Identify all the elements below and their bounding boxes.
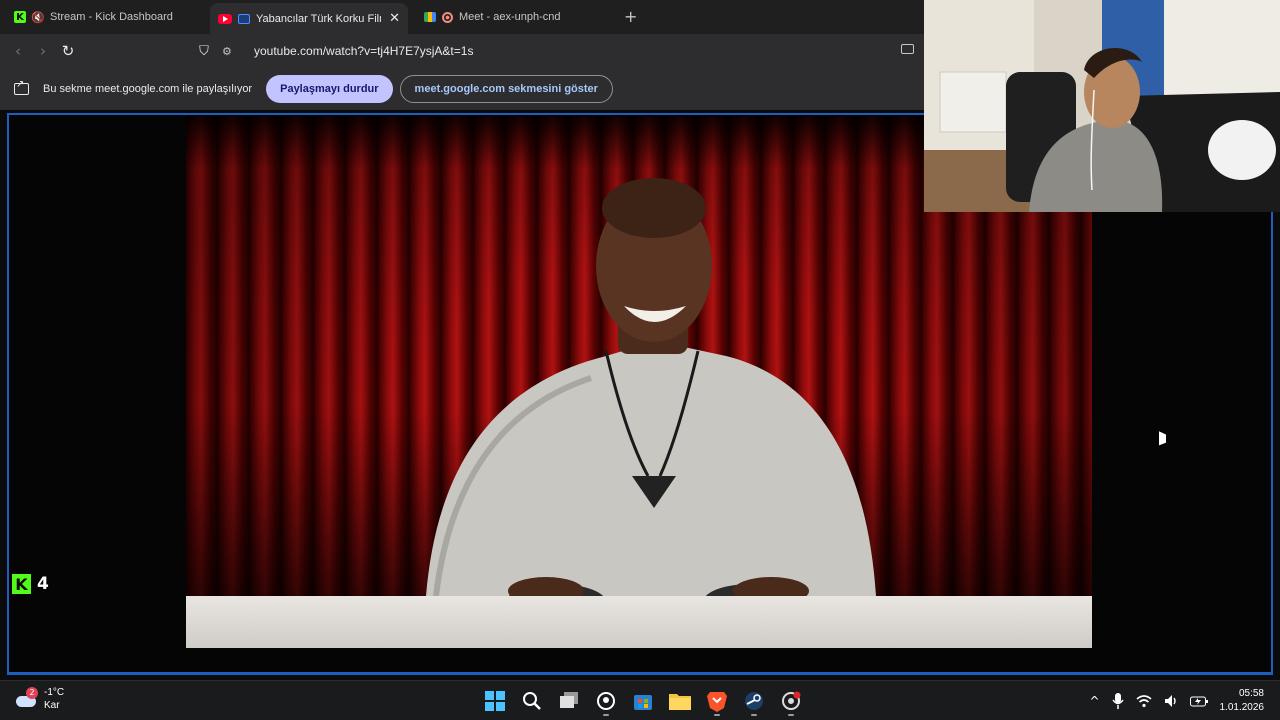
back-button[interactable]: ‹ bbox=[8, 41, 28, 61]
webcam-overlay bbox=[924, 0, 1280, 212]
wifi-icon[interactable] bbox=[1135, 694, 1152, 708]
muted-speaker-icon[interactable]: 🔇 bbox=[31, 11, 45, 24]
tab-title: Yabancılar Türk Korku Filmleri bbox=[256, 12, 381, 25]
cast-icon[interactable] bbox=[901, 44, 914, 54]
notification-badge: 2 bbox=[26, 687, 38, 699]
snow-cloud-icon: 2 bbox=[14, 687, 38, 709]
webcam-feed bbox=[924, 0, 1280, 212]
clock-date: 1.01.2026 bbox=[1219, 702, 1265, 713]
tab-title: Meet - aex-unph-cnd bbox=[459, 11, 561, 23]
tab-kick-dashboard[interactable]: K 🔇 Stream - Kick Dashboard bbox=[6, 4, 206, 30]
system-clock[interactable]: 05:58 1.01.2026 bbox=[1220, 687, 1265, 715]
weather-condition: Kar bbox=[44, 700, 60, 711]
google-meet-icon bbox=[424, 12, 436, 22]
tab-sharing-infobar: Bu sekme meet.google.com ile paylaşılıyo… bbox=[0, 68, 924, 110]
reload-button[interactable]: ↻ bbox=[58, 41, 78, 61]
tab-title: Stream - Kick Dashboard bbox=[50, 11, 173, 23]
kick-logo-icon: K bbox=[12, 574, 31, 594]
task-view-icon[interactable] bbox=[554, 686, 584, 716]
battery-charging-icon[interactable] bbox=[1189, 695, 1208, 707]
sharing-message: Bu sekme meet.google.com ile paylaşılıyo… bbox=[43, 83, 253, 95]
forward-button[interactable]: › bbox=[33, 41, 53, 61]
show-meet-tab-button[interactable]: meet.google.com sekmesini göster bbox=[399, 75, 613, 103]
site-info-icon[interactable]: ⚙ bbox=[222, 45, 240, 58]
table-surface bbox=[186, 596, 1092, 648]
tab-google-meet[interactable]: Meet - aex-unph-cnd bbox=[416, 4, 616, 30]
weather-widget[interactable]: 2 -1°C Kar bbox=[14, 686, 64, 712]
tab-casting-icon bbox=[238, 13, 250, 24]
taskbar-apps bbox=[480, 686, 806, 716]
kick-logo-icon: K bbox=[14, 11, 26, 23]
browser-toolbar: ‹ › ↻ ⛉ ⚙ youtube.com/watch?v=tj4H7E7ysj… bbox=[0, 34, 924, 68]
copilot-icon[interactable] bbox=[591, 686, 621, 716]
microphone-icon[interactable] bbox=[1111, 693, 1124, 709]
system-tray: ^ 05:58 1.01.2026 bbox=[1089, 687, 1264, 715]
file-explorer-icon[interactable] bbox=[665, 686, 695, 716]
new-tab-button[interactable]: + bbox=[624, 7, 637, 26]
brave-browser-icon[interactable] bbox=[702, 686, 732, 716]
close-tab-icon[interactable]: ✕ bbox=[389, 11, 400, 26]
stop-sharing-button[interactable]: Paylaşmayı durdur bbox=[266, 75, 393, 103]
windows-taskbar: 2 -1°C Kar ^ 05:58 1.01.2026 bbox=[0, 680, 1280, 720]
browser-tab-strip: K 🔇 Stream - Kick Dashboard Yabancılar T… bbox=[0, 0, 924, 34]
chrome-icon[interactable] bbox=[776, 686, 806, 716]
weather-temperature: -1°C bbox=[44, 687, 65, 698]
screen-share-icon bbox=[14, 79, 29, 95]
clock-time: 05:58 bbox=[1238, 688, 1264, 699]
mouse-pointer-icon bbox=[1159, 431, 1166, 449]
address-bar[interactable]: ⚙ youtube.com/watch?v=tj4H7E7ysjA&t=1s bbox=[222, 39, 922, 63]
windows-start-icon[interactable] bbox=[480, 686, 510, 716]
volume-icon[interactable] bbox=[1164, 694, 1178, 708]
url-text[interactable]: youtube.com/watch?v=tj4H7E7ysjA&t=1s bbox=[254, 44, 473, 58]
bookmark-icon[interactable]: ⛉ bbox=[194, 41, 214, 61]
tab-youtube-video[interactable]: Yabancılar Türk Korku Filmleri ✕ bbox=[210, 3, 408, 34]
microsoft-store-icon[interactable] bbox=[628, 686, 658, 716]
steam-icon[interactable] bbox=[739, 686, 769, 716]
search-icon[interactable] bbox=[517, 686, 547, 716]
youtube-icon bbox=[218, 13, 232, 24]
show-hidden-icons-chevron-icon[interactable]: ^ bbox=[1089, 694, 1099, 708]
viewer-count: 4 bbox=[37, 574, 49, 594]
recording-icon bbox=[442, 11, 453, 23]
kick-viewer-overlay: K 4 bbox=[12, 574, 49, 594]
